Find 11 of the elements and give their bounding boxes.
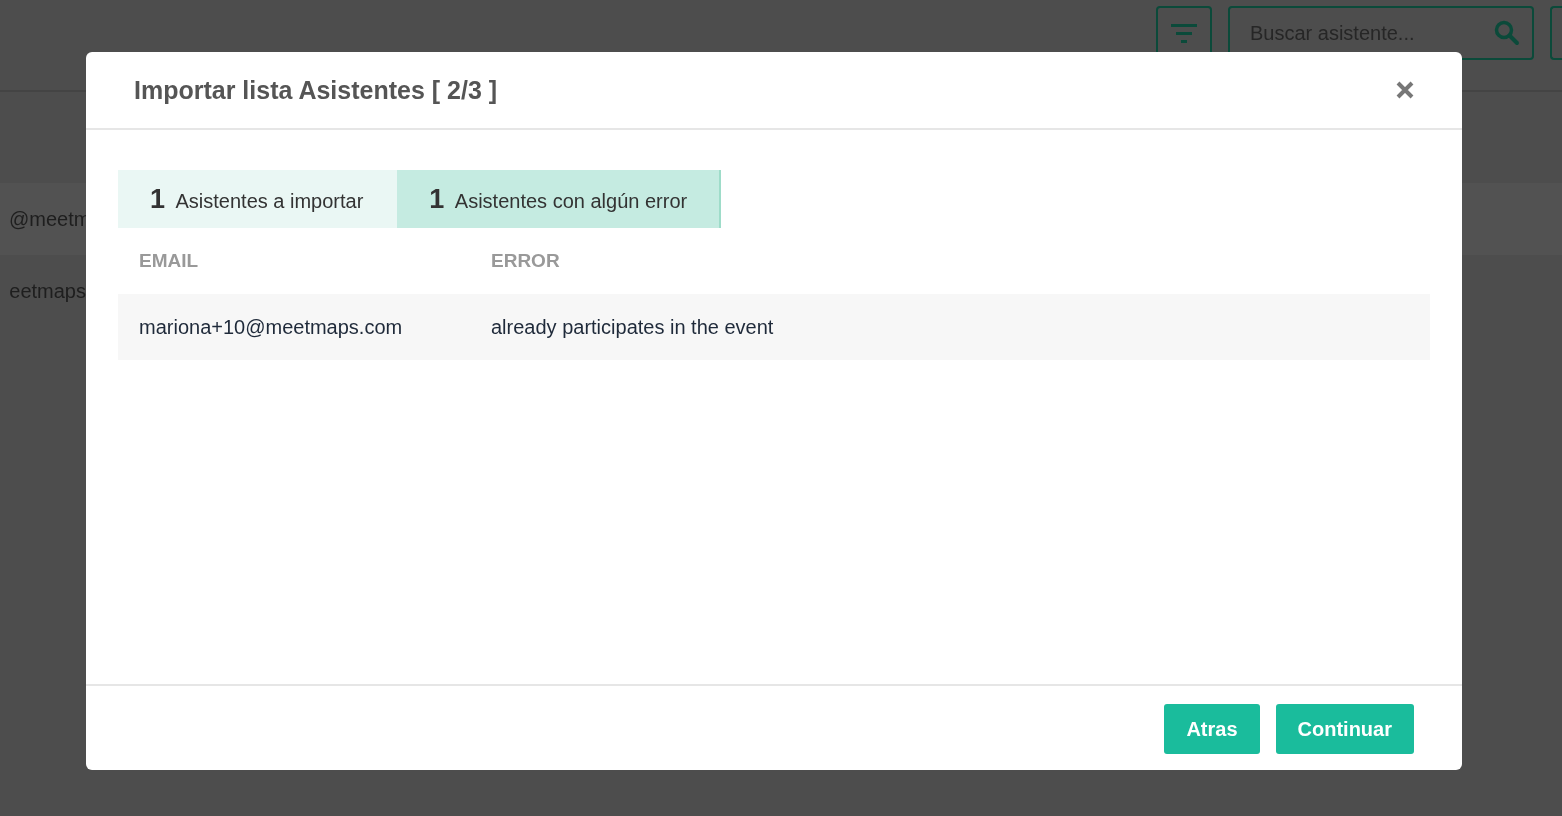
column-header: EMAIL	[139, 250, 200, 272]
dialog-title: Importar lista Asistentes [ 2/3 ]	[134, 75, 498, 105]
close-icon	[1396, 81, 1414, 99]
filter-icon	[1170, 22, 1198, 44]
table-cell-text: mariona+10@meetmaps.com	[139, 315, 404, 339]
table-cell-text: already participates in the event	[491, 315, 775, 339]
close-button[interactable]	[1396, 81, 1414, 99]
column-header: ERROR	[491, 250, 561, 272]
tab[interactable]: 1 Asistentes con algún error	[397, 170, 722, 228]
tab[interactable]: 1 Asistentes a importar	[118, 170, 398, 228]
search-icon	[1494, 20, 1520, 46]
